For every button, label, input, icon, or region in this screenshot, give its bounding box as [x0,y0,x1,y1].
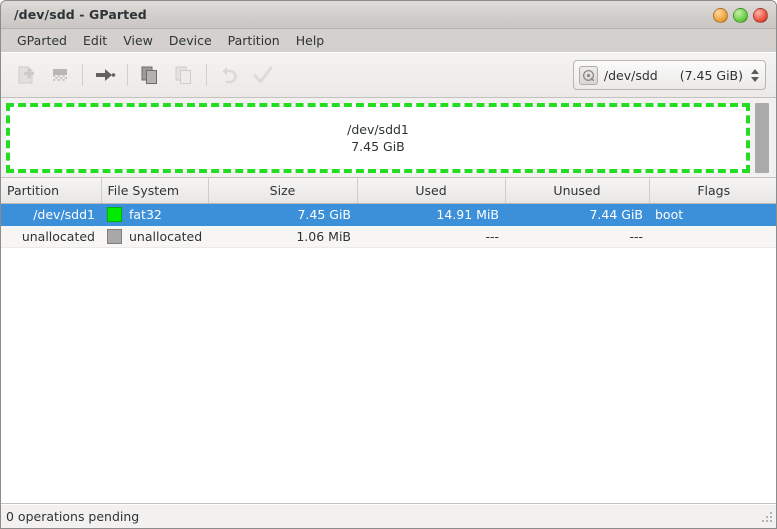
column-header-partition[interactable]: Partition [1,178,102,204]
menu-view[interactable]: View [115,31,161,50]
filesystem-color-swatch [107,206,122,222]
device-spinner[interactable] [751,68,759,82]
partition-graphic-area: /dev/sdd1 7.45 GiB [1,98,776,178]
cell-filesystem: fat32 [101,203,208,226]
undo-icon [222,67,237,84]
window-controls [713,1,768,29]
toolbar: /dev/sdd (7.45 GiB) [1,53,776,98]
filesystem-color-swatch [107,228,122,244]
filesystem-label: fat32 [129,206,162,222]
new-partition-button[interactable] [9,59,43,91]
cell-unused: --- [505,225,649,248]
maximize-button[interactable] [733,7,748,23]
menu-device[interactable]: Device [161,31,220,50]
table-empty-space [1,247,776,503]
menubar: GParted Edit View Device Partition Help [1,29,776,53]
partition-graphic-name: /dev/sdd1 [347,121,409,137]
resize-move-icon [96,69,116,81]
paste-button[interactable] [167,59,201,91]
toolbar-separator [206,64,207,86]
paste-icon [175,66,191,84]
delete-partition-icon [53,69,67,81]
device-name-label: /dev/sdd [603,67,658,83]
column-header-flags[interactable]: Flags [649,178,776,204]
delete-partition-button[interactable] [43,59,77,91]
apply-button[interactable] [246,59,280,91]
toolbar-separator [127,64,128,86]
cell-used: 14.91 MiB [357,203,505,226]
filesystem-label: unallocated [129,228,203,244]
partition-graphic-label: /dev/sdd1 7.45 GiB [347,121,409,155]
menu-partition[interactable]: Partition [220,31,288,50]
new-partition-icon [18,66,34,84]
apply-checkmark-icon [253,66,273,84]
partition-graphic-sdd1[interactable]: /dev/sdd1 7.45 GiB [6,102,750,173]
resize-move-button[interactable] [88,59,122,91]
device-size-label: (7.45 GiB) [679,67,743,83]
cell-partition: unallocated [1,225,101,248]
window-title: /dev/sdd - GParted [14,7,147,22]
chevron-down-icon[interactable] [751,76,759,82]
column-header-unused[interactable]: Unused [505,178,650,204]
partition-table-area: Partition File System Size Used Unused F… [1,178,776,504]
cell-flags [649,225,776,248]
copy-icon [141,66,157,84]
toolbar-separator [82,64,83,86]
hard-disk-icon [578,65,598,85]
partition-table: Partition File System Size Used Unused F… [1,178,776,248]
menu-help[interactable]: Help [288,31,333,50]
cell-used: --- [357,225,505,248]
chevron-up-icon[interactable] [751,68,759,74]
gparted-window: /dev/sdd - GParted GParted Edit View Dev… [0,0,777,529]
column-header-used[interactable]: Used [357,178,506,204]
cell-size: 1.06 MiB [208,225,357,248]
menu-edit[interactable]: Edit [75,31,115,50]
cell-partition: /dev/sdd1 [1,203,101,226]
undo-button[interactable] [212,59,246,91]
statusbar: 0 operations pending [1,504,776,528]
copy-button[interactable] [133,59,167,91]
column-header-size[interactable]: Size [208,178,358,204]
pending-operations-label: 0 operations pending [6,509,140,524]
cell-unused: 7.44 GiB [505,203,649,226]
graphic-scrollbar-thumb[interactable] [755,102,769,173]
table-row[interactable]: unallocated unallocated 1.06 MiB --- --- [1,225,776,248]
partition-graphic-size: 7.45 GiB [351,138,405,154]
device-selector[interactable]: /dev/sdd (7.45 GiB) [572,60,766,90]
table-row[interactable]: /dev/sdd1 fat32 7.45 GiB 14.91 MiB 7.44 … [1,203,776,226]
titlebar[interactable]: /dev/sdd - GParted [1,1,776,29]
table-header-row: Partition File System Size Used Unused F… [1,178,776,204]
resize-grip[interactable] [760,512,773,525]
menu-gparted[interactable]: GParted [9,31,75,50]
cell-flags: boot [649,203,776,226]
graphic-scrollbar[interactable] [755,102,769,173]
cell-size: 7.45 GiB [208,203,357,226]
column-header-filesystem[interactable]: File System [101,178,209,204]
cell-filesystem: unallocated [101,225,208,248]
minimize-button[interactable] [713,7,728,23]
close-button[interactable] [753,7,768,23]
